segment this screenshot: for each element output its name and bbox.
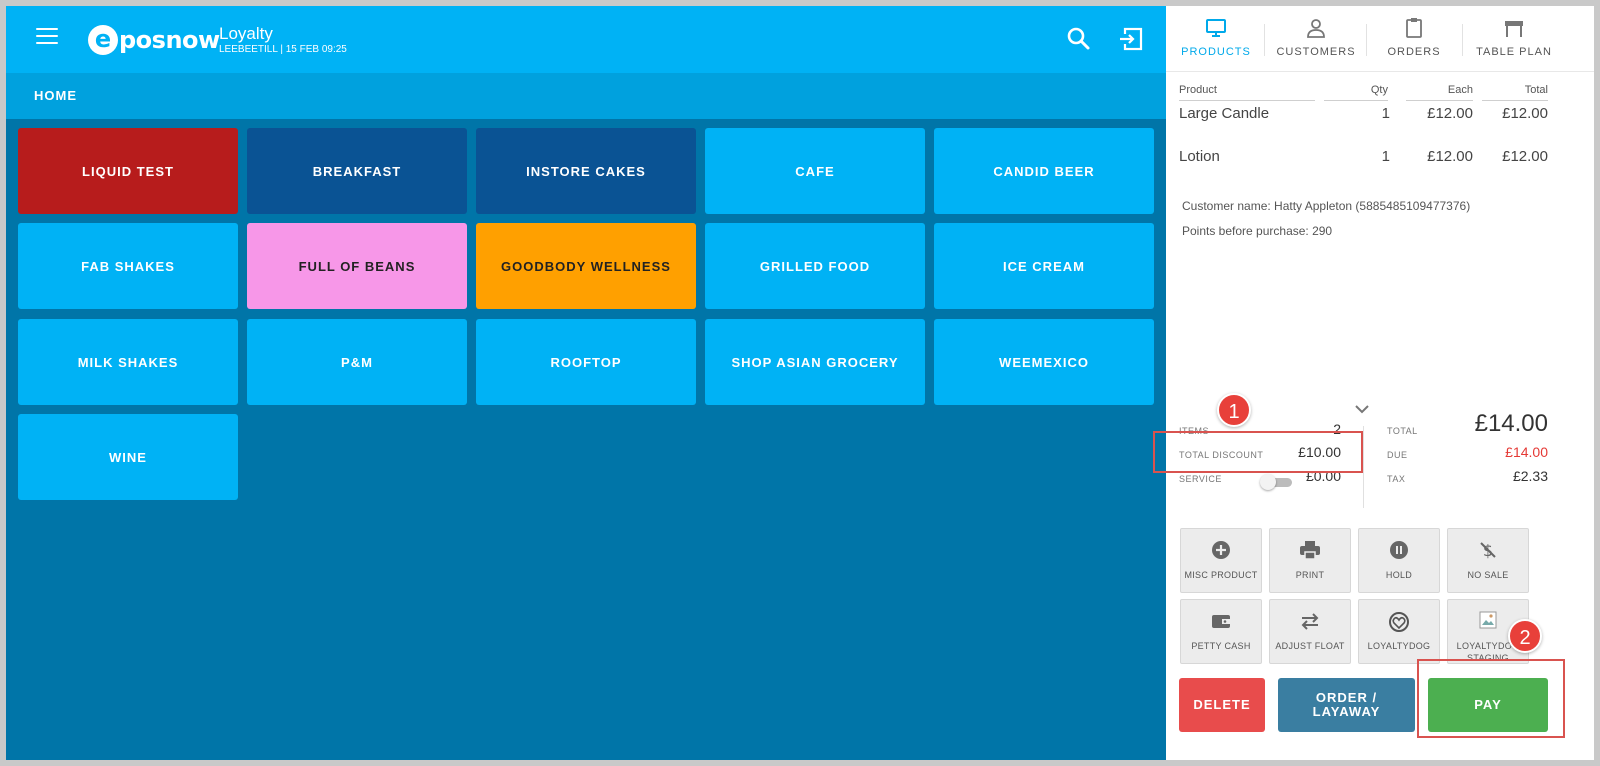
- service-label: SERVICE: [1179, 474, 1222, 484]
- till-date-info: LEEBEETILL | 15 FEB 09:25: [219, 44, 347, 55]
- tax-value: £2.33: [1512, 468, 1548, 484]
- brand-logo: e posnow: [88, 25, 220, 55]
- due-value: £14.00: [1505, 444, 1548, 460]
- category-tile[interactable]: P&M: [247, 319, 467, 405]
- column-header-each: Each: [1406, 84, 1473, 101]
- tab-products[interactable]: PRODUCTS: [1166, 6, 1266, 72]
- tab-orders[interactable]: ORDERS: [1366, 6, 1462, 72]
- adjust-float-button[interactable]: ADJUST FLOAT: [1269, 599, 1351, 664]
- button-label: LOYALTYDOG: [1367, 641, 1431, 651]
- product-qty: 1: [1381, 148, 1390, 165]
- product-name: Large Candle: [1179, 105, 1270, 122]
- button-label: PETTY CASH: [1191, 641, 1251, 651]
- chevron-down-icon[interactable]: [1354, 402, 1370, 414]
- customer-name: Customer name: Hatty Appleton (588548510…: [1182, 199, 1471, 213]
- callout-badge: 1: [1217, 393, 1251, 427]
- callout-box-discount: [1153, 431, 1363, 473]
- column-header-qty: Qty: [1324, 84, 1388, 101]
- tab-divider: [1264, 24, 1265, 56]
- tab-customers[interactable]: CUSTOMERS: [1266, 6, 1366, 72]
- category-tile[interactable]: SHOP ASIAN GROCERY: [705, 319, 925, 405]
- category-tile[interactable]: INSTORE CAKES: [476, 128, 696, 214]
- search-icon[interactable]: [1064, 24, 1094, 54]
- loyaltydog-icon: [1387, 611, 1411, 640]
- category-tile[interactable]: WEEMEXICO: [934, 319, 1154, 405]
- plus-circle-icon: [1211, 540, 1231, 565]
- points-before-purchase: Points before purchase: 290: [1182, 224, 1333, 238]
- wallet-icon: [1211, 611, 1231, 636]
- order-layaway-button[interactable]: ORDER / LAYAWAY: [1278, 678, 1415, 732]
- loyaltydog-button[interactable]: LOYALTYDOG: [1358, 599, 1440, 664]
- total-value: £14.00: [1474, 410, 1548, 437]
- summary-divider: [1363, 426, 1364, 508]
- logo-text: posnow: [119, 26, 220, 54]
- category-tile[interactable]: ROOFTOP: [476, 319, 696, 405]
- tab-table-plan[interactable]: TABLE PLAN: [1462, 6, 1566, 72]
- logo-mark: e: [88, 25, 118, 55]
- hold-button[interactable]: HOLD: [1358, 528, 1440, 593]
- category-tile[interactable]: LIQUID TEST: [18, 128, 238, 214]
- category-tile[interactable]: CANDID BEER: [934, 128, 1154, 214]
- due-label: DUE: [1387, 450, 1408, 460]
- category-tile[interactable]: GOODBODY WELLNESS: [476, 223, 696, 309]
- top-bar: e posnow Loyalty LEEBEETILL | 15 FEB 09:…: [6, 6, 1190, 73]
- clipboard-icon: [1403, 17, 1425, 44]
- print-button[interactable]: PRINT: [1269, 528, 1351, 593]
- panel-tabs: PRODUCTS CUSTOMERS ORDERS TABLE PLAN: [1166, 6, 1594, 72]
- callout-badge: 2: [1508, 619, 1542, 653]
- tab-label: PRODUCTS: [1181, 46, 1251, 58]
- button-label: MISC PRODUCT: [1184, 570, 1258, 580]
- breadcrumb-bar: HOME: [6, 73, 1190, 119]
- column-header-total: Total: [1482, 84, 1548, 101]
- tab-label: ORDERS: [1387, 46, 1441, 58]
- product-each: £12.00: [1427, 148, 1473, 165]
- category-tile[interactable]: ICE CREAM: [934, 223, 1154, 309]
- pause-circle-icon: [1389, 540, 1409, 565]
- person-icon: [1305, 17, 1327, 44]
- no-sale-button[interactable]: $ NO SALE: [1447, 528, 1529, 593]
- app-window: e posnow Loyalty LEEBEETILL | 15 FEB 09:…: [6, 6, 1594, 760]
- product-qty: 1: [1381, 105, 1390, 122]
- product-total: £12.00: [1502, 148, 1548, 165]
- broken-image-icon: [1479, 611, 1497, 634]
- button-label: ADJUST FLOAT: [1275, 641, 1345, 651]
- total-label: TOTAL: [1387, 426, 1418, 436]
- breadcrumb-home[interactable]: HOME: [34, 88, 77, 103]
- category-tile[interactable]: BREAKFAST: [247, 128, 467, 214]
- category-tile[interactable]: CAFE: [705, 128, 925, 214]
- callout-box-pay: [1417, 659, 1565, 738]
- column-header-product: Product: [1179, 84, 1315, 101]
- button-label: HOLD: [1385, 570, 1413, 580]
- category-tile[interactable]: FAB SHAKES: [18, 223, 238, 309]
- misc-product-button[interactable]: MISC PRODUCT: [1180, 528, 1262, 593]
- monitor-icon: [1205, 17, 1227, 44]
- category-tile[interactable]: MILK SHAKES: [18, 319, 238, 405]
- product-name: Lotion: [1179, 148, 1220, 165]
- menu-icon[interactable]: [36, 28, 58, 46]
- petty-cash-button[interactable]: PETTY CASH: [1180, 599, 1262, 664]
- delete-button[interactable]: DELETE: [1179, 678, 1265, 732]
- screen-title: Loyalty: [219, 24, 273, 43]
- button-label: NO SALE: [1467, 570, 1509, 580]
- tax-label: TAX: [1387, 474, 1406, 484]
- product-each: £12.00: [1427, 105, 1473, 122]
- button-label: PRINT: [1295, 570, 1325, 580]
- logout-icon[interactable]: [1117, 24, 1147, 54]
- category-tile[interactable]: FULL OF BEANS: [247, 223, 467, 309]
- no-money-icon: $: [1478, 540, 1498, 565]
- product-total: £12.00: [1502, 105, 1548, 122]
- tab-label: TABLE PLAN: [1476, 46, 1552, 58]
- category-area: e posnow Loyalty LEEBEETILL | 15 FEB 09:…: [6, 6, 1190, 760]
- category-tile[interactable]: WINE: [18, 414, 238, 500]
- category-tile[interactable]: GRILLED FOOD: [705, 223, 925, 309]
- tab-label: CUSTOMERS: [1276, 46, 1356, 58]
- swap-arrows-icon: [1300, 611, 1320, 636]
- table-icon: [1503, 17, 1525, 44]
- printer-icon: [1299, 540, 1321, 565]
